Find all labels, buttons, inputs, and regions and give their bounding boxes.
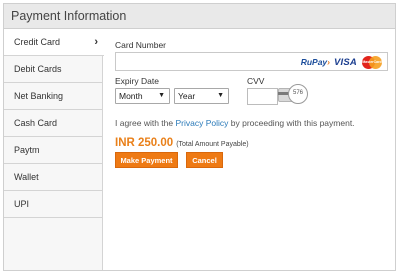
expiry-month-value: Month (119, 91, 143, 101)
card-logos: RuPay› VISA MasterCard (301, 55, 383, 69)
panel-title: Payment Information (11, 9, 127, 23)
privacy-agreement-text: I agree with the Privacy Policy by proce… (115, 118, 355, 128)
card-number-input[interactable]: RuPay› VISA MasterCard (115, 52, 388, 71)
rupay-logo: RuPay› (300, 57, 331, 67)
cvv-input[interactable] (247, 88, 278, 105)
card-number-label: Card Number (115, 40, 167, 50)
sidebar-item-upi[interactable]: UPI (4, 191, 102, 218)
cvv-hint-card-icon: 576 (278, 84, 308, 106)
payment-panel: Payment Information Credit Card › Debit … (3, 3, 396, 271)
cancel-button[interactable]: Cancel (186, 152, 223, 168)
chevron-right-icon: › (94, 36, 98, 48)
sidebar-item-cash-card[interactable]: Cash Card (4, 110, 102, 137)
sidebar-item-net-banking[interactable]: Net Banking (4, 83, 102, 110)
cvv-hint-number: 576 (288, 84, 308, 104)
sidebar-item-credit-card[interactable]: Credit Card › (4, 29, 104, 56)
sidebar-item-label: Wallet (14, 172, 39, 182)
total-amount: INR 250.00 (Total Amount Payable) (115, 133, 249, 151)
make-payment-button[interactable]: Make Payment (115, 152, 178, 168)
mastercard-logo: MasterCard (361, 55, 383, 69)
expiry-year-select[interactable]: Year ▼ (174, 88, 229, 104)
visa-logo: VISA (334, 56, 357, 68)
sidebar-item-label: Cash Card (14, 118, 58, 128)
sidebar-item-wallet[interactable]: Wallet (4, 164, 102, 191)
credit-card-form: Card Number RuPay› VISA MasterCard Expir… (115, 29, 395, 270)
sidebar-item-label: Paytm (14, 145, 40, 155)
sidebar-item-paytm[interactable]: Paytm (4, 137, 102, 164)
sidebar-item-debit-cards[interactable]: Debit Cards (4, 56, 102, 83)
amount-note: (Total Amount Payable) (176, 141, 249, 148)
sidebar-item-label: Debit Cards (14, 64, 62, 74)
payment-method-sidebar: Credit Card › Debit Cards Net Banking Ca… (4, 29, 104, 270)
dropdown-arrow-icon: ▼ (217, 92, 224, 99)
sidebar-item-label: UPI (14, 199, 30, 209)
expiry-year-value: Year (178, 91, 196, 101)
sidebar-item-label: Net Banking (14, 91, 64, 101)
privacy-policy-link[interactable]: Privacy Policy (175, 118, 228, 128)
expiry-month-select[interactable]: Month ▼ (115, 88, 170, 104)
dropdown-arrow-icon: ▼ (158, 92, 165, 99)
panel-header: Payment Information (4, 4, 395, 29)
sidebar-item-label: Credit Card (14, 37, 61, 47)
cvv-label: CVV (247, 76, 265, 86)
amount-value: INR 250.00 (115, 137, 174, 149)
expiry-date-label: Expiry Date (115, 76, 159, 86)
